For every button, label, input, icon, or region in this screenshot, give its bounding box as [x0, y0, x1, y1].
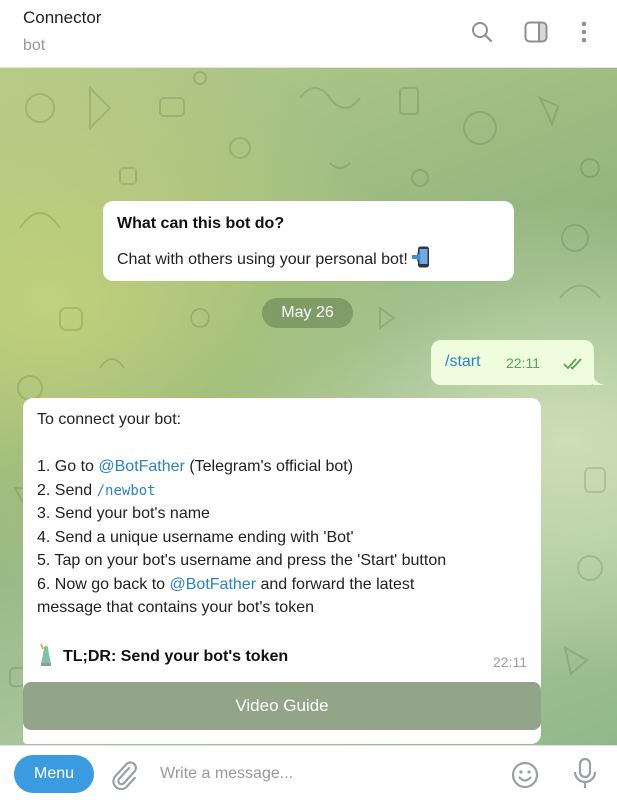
chat-title[interactable]: Connector — [23, 8, 101, 28]
outgoing-message[interactable]: /start 22:11 — [431, 340, 594, 385]
message-line: 2. Send /newbot — [37, 479, 527, 503]
step-text: 2. Send — [37, 481, 97, 499]
more-vertical-icon[interactable] — [570, 18, 598, 46]
message-input[interactable] — [160, 759, 490, 789]
message-line: 1. Go to @BotFather (Telegram's official… — [37, 455, 527, 479]
botfather-link[interactable]: @BotFather — [170, 576, 257, 593]
emoji-icon[interactable] — [510, 760, 540, 790]
chat-subtitle: bot — [23, 37, 46, 54]
step-text: and forward the latest — [256, 575, 415, 593]
bot-menu-button[interactable]: Menu — [14, 755, 94, 793]
outgoing-message-time: 22:11 — [506, 355, 540, 371]
message-line: 6. Now go back to @BotFather and forward… — [37, 573, 527, 597]
phone-arrow-icon — [411, 246, 429, 268]
incoming-message-time: 22:11 — [493, 654, 527, 670]
botfather-link[interactable]: @BotFather — [98, 458, 185, 475]
bot-description-bubble: What can this bot do? Chat with others u… — [103, 201, 514, 281]
message-line: 3. Send your bot's name — [37, 505, 210, 522]
sidebar-toggle-icon[interactable] — [522, 18, 550, 46]
microphone-icon[interactable] — [570, 757, 600, 791]
bot-description-text-content: Chat with others using your personal bot… — [117, 251, 408, 268]
step-text: 6. Now go back to — [37, 575, 170, 593]
date-separator: May 26 — [262, 298, 353, 328]
message-line: 4. Send a unique username ending with 'B… — [37, 528, 354, 546]
message-line: 5. Tap on your bot's username and press … — [37, 552, 447, 569]
chat-header: Connector bot — [0, 0, 617, 68]
paperclip-icon[interactable] — [110, 760, 138, 791]
bot-description-heading: What can this bot do? — [117, 215, 285, 232]
message-line: To connect your bot: — [37, 411, 182, 428]
newbot-command[interactable]: /newbot — [97, 483, 156, 499]
outgoing-bubble-tail — [593, 373, 605, 385]
statue-of-liberty-icon — [37, 642, 57, 666]
search-icon[interactable] — [468, 18, 496, 46]
tldr-line: TL;DR: Send your bot's token — [37, 642, 288, 666]
step-text: (Telegram's official bot) — [184, 458, 354, 475]
message-composer: Menu — [0, 745, 617, 800]
chat-area[interactable]: What can this bot do? Chat with others u… — [0, 68, 617, 745]
bot-description-text: Chat with others using your personal bot… — [117, 246, 500, 271]
tldr-text: TL;DR: Send your bot's token — [63, 648, 289, 665]
double-check-icon — [563, 357, 585, 375]
message-line: message that contains your bot's token — [37, 599, 314, 616]
video-guide-button[interactable]: Video Guide — [23, 682, 541, 730]
step-text: 1. Go to — [37, 458, 99, 475]
outgoing-message-text[interactable]: /start — [445, 353, 481, 371]
